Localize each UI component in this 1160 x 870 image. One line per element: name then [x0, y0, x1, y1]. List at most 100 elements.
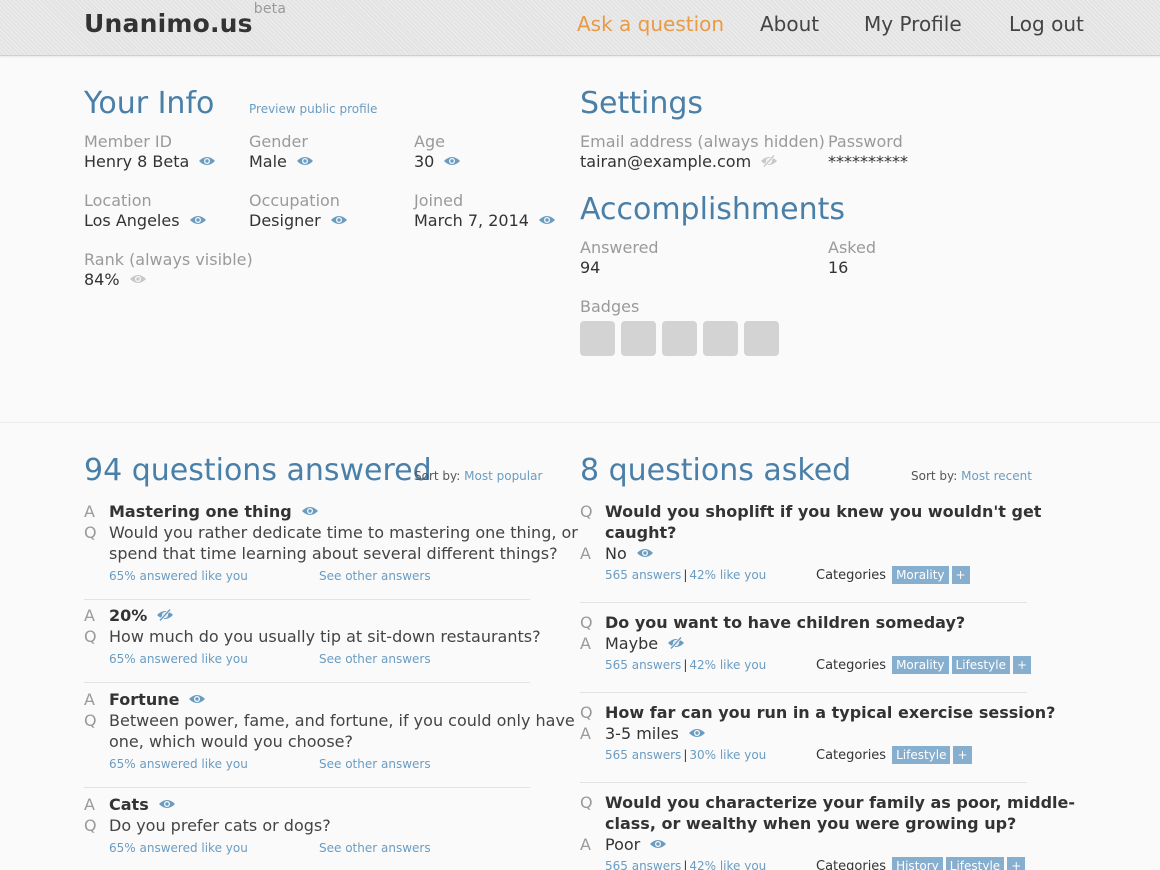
- see-other-answers-link[interactable]: See other answers: [319, 757, 431, 771]
- answer-letter: A: [84, 502, 95, 521]
- answers-count-link[interactable]: 565 answers: [605, 658, 681, 672]
- question-letter: Q: [84, 816, 97, 835]
- visible-eye-icon[interactable]: [443, 155, 461, 167]
- rank-label: Rank (always visible): [84, 250, 253, 269]
- visible-eye-icon[interactable]: [189, 214, 207, 226]
- visible-eye-icon[interactable]: [330, 214, 348, 226]
- add-category-button[interactable]: +: [1012, 656, 1032, 674]
- question-title-line[interactable]: caught?: [605, 523, 676, 542]
- answer-text: Fortune: [109, 690, 206, 709]
- nav-log-out[interactable]: Log out: [1009, 12, 1084, 36]
- answered-count: 94: [580, 258, 601, 277]
- visible-eye-icon[interactable]: [538, 214, 556, 226]
- visible-eye-icon[interactable]: [188, 693, 206, 705]
- occupation-text: Designer: [249, 211, 321, 230]
- category-tag[interactable]: Lifestyle: [892, 746, 951, 764]
- question-text-line: Would you rather dedicate time to master…: [109, 523, 578, 542]
- like-you-link[interactable]: 42% like you: [689, 658, 766, 672]
- questions-answered-title: 94 questions answered: [84, 453, 432, 488]
- badge-slot[interactable]: [744, 321, 779, 356]
- badge-slot[interactable]: [621, 321, 656, 356]
- add-category-button[interactable]: +: [1007, 857, 1026, 870]
- answer-value: 3-5 miles: [605, 724, 679, 743]
- answer-letter: A: [84, 606, 95, 625]
- answers-count-link[interactable]: 565 answers: [605, 859, 681, 870]
- sort-by-label: Sort by:: [414, 469, 461, 483]
- visible-eye-icon[interactable]: [688, 727, 706, 739]
- visible-eye-icon[interactable]: [296, 155, 314, 167]
- member-id-value: Henry 8 Beta: [84, 152, 216, 171]
- visible-eye-icon[interactable]: [158, 798, 176, 810]
- question-title-line[interactable]: Would you characterize your family as po…: [605, 793, 1075, 812]
- badge-slot[interactable]: [580, 321, 615, 356]
- hidden-eye-icon[interactable]: [156, 608, 174, 621]
- badges-label: Badges: [580, 297, 640, 316]
- brand-beta-tag: beta: [253, 0, 287, 17]
- add-category-button[interactable]: +: [951, 566, 970, 584]
- badge-slot[interactable]: [662, 321, 697, 356]
- question-text-line: Between power, fame, and fortune, if you…: [109, 711, 575, 730]
- answers-count-link[interactable]: 565 answers: [605, 568, 681, 582]
- preview-public-profile-link[interactable]: Preview public profile: [249, 102, 377, 116]
- like-you-link[interactable]: 42% like you: [689, 568, 766, 582]
- age-text: 30: [414, 152, 435, 171]
- visible-eye-icon[interactable]: [301, 505, 319, 517]
- answer-value: 20%: [109, 606, 148, 625]
- visible-eye-icon[interactable]: [649, 838, 667, 850]
- category-tag[interactable]: Morality: [892, 566, 949, 584]
- question-letter: Q: [580, 613, 593, 632]
- see-other-answers-link[interactable]: See other answers: [319, 841, 431, 855]
- question-letter: Q: [84, 627, 97, 646]
- answer-value: Maybe: [605, 634, 659, 653]
- row-divider: [84, 787, 530, 788]
- hidden-eye-icon[interactable]: [667, 636, 685, 649]
- question-text-line: Do you prefer cats or dogs?: [109, 816, 331, 835]
- answered-like-you-link[interactable]: 65% answered like you: [109, 569, 248, 583]
- settings-title: Settings: [580, 86, 704, 121]
- password-value[interactable]: **********: [828, 152, 908, 171]
- answered-like-you-link[interactable]: 65% answered like you: [109, 841, 248, 855]
- answer-value: No: [605, 544, 627, 563]
- visible-eye-icon[interactable]: [198, 155, 216, 167]
- see-other-answers-link[interactable]: See other answers: [319, 652, 431, 666]
- see-other-answers-link[interactable]: See other answers: [319, 569, 431, 583]
- visible-eye-icon[interactable]: [636, 547, 654, 559]
- question-title-line[interactable]: Do you want to have children someday?: [605, 613, 965, 632]
- answers-count-link[interactable]: 565 answers: [605, 748, 681, 762]
- category-tag[interactable]: History: [892, 857, 943, 870]
- category-tag[interactable]: Lifestyle: [945, 857, 1005, 870]
- add-category-button[interactable]: +: [953, 746, 972, 764]
- email-value[interactable]: tairan@example.com: [580, 152, 778, 171]
- answer-stats: 565 answers | 42% like you: [605, 859, 766, 870]
- answer-text: Mastering one thing: [109, 502, 319, 521]
- like-you-link[interactable]: 42% like you: [689, 859, 766, 870]
- question-title-line[interactable]: How far can you run in a typical exercis…: [605, 703, 1055, 722]
- answer-text: Maybe: [605, 634, 685, 653]
- category-tag[interactable]: Lifestyle: [951, 656, 1010, 674]
- answer-stats: 565 answers | 30% like you: [605, 748, 766, 762]
- nav-my-profile[interactable]: My Profile: [864, 12, 962, 36]
- answered-like-you-link[interactable]: 65% answered like you: [109, 757, 248, 771]
- sort-most-popular-link[interactable]: Most popular: [464, 469, 542, 483]
- row-divider: [580, 602, 1027, 603]
- like-you-link[interactable]: 30% like you: [689, 748, 766, 762]
- categories: Categories Morality Lifestyle +: [816, 656, 1032, 674]
- categories-label: Categories: [816, 748, 887, 763]
- answered-sort-by: Sort by: Most popular: [414, 469, 542, 483]
- answered-like-you-link[interactable]: 65% answered like you: [109, 652, 248, 666]
- badge-slot[interactable]: [703, 321, 738, 356]
- answer-letter: A: [580, 634, 591, 653]
- brand-logo[interactable]: Unanimo.usbeta: [84, 1, 286, 38]
- age-value: 30: [414, 152, 461, 171]
- question-title-line[interactable]: Would you shoplift if you knew you would…: [605, 502, 1041, 521]
- joined-label: Joined: [414, 191, 464, 210]
- your-info-title: Your Info: [84, 86, 215, 121]
- gender-text: Male: [249, 152, 287, 171]
- question-title-line[interactable]: class, or wealthy when you were growing …: [605, 814, 1016, 833]
- nav-about[interactable]: About: [760, 12, 819, 36]
- answer-text: Cats: [109, 795, 176, 814]
- sort-most-recent-link[interactable]: Most recent: [961, 469, 1032, 483]
- rank-text: 84%: [84, 270, 120, 289]
- nav-ask-question[interactable]: Ask a question: [577, 12, 724, 36]
- category-tag[interactable]: Morality: [892, 656, 949, 674]
